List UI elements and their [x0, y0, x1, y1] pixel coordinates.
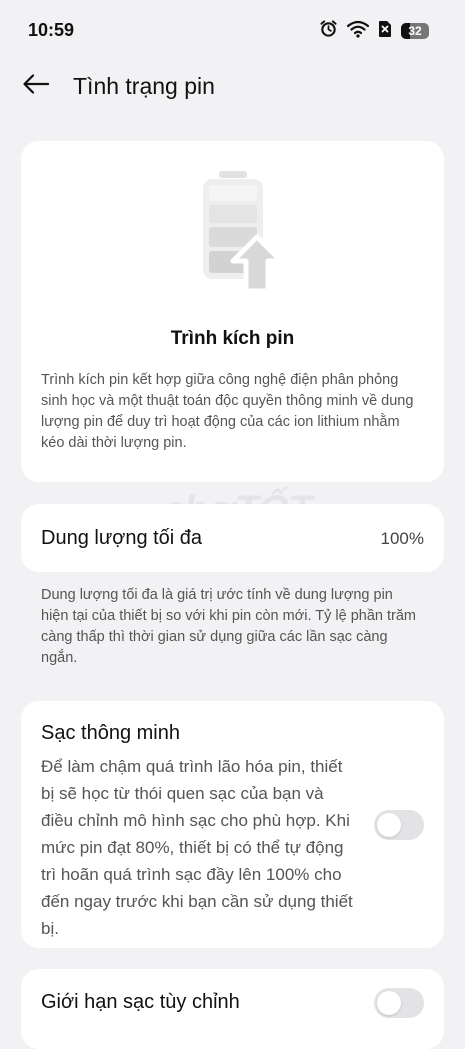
smart-charging-description: Để làm chậm quá trình lão hóa pin, thiết… — [41, 757, 353, 938]
status-bar: 10:59 32 — [0, 0, 465, 62]
battery-icon: 32 — [401, 23, 429, 39]
back-button[interactable] — [18, 70, 54, 102]
toggle-knob — [377, 991, 401, 1015]
wifi-icon — [346, 20, 370, 43]
custom-charge-limit-title: Giới hạn sạc tùy chỉnh — [41, 991, 240, 1013]
alarm-icon — [319, 19, 338, 43]
smart-charging-toggle[interactable] — [374, 810, 424, 840]
sim-off-icon — [378, 20, 392, 43]
toggle-knob — [377, 813, 401, 837]
status-time: 10:59 — [28, 20, 75, 40]
smart-charging-row[interactable]: Sạc thông minh Để làm chậm quá trình lão… — [21, 701, 444, 948]
arrow-left-icon — [22, 73, 50, 100]
battery-level: 32 — [408, 24, 422, 38]
smart-charging-title: Sạc thông minh — [41, 722, 180, 744]
custom-charge-limit-toggle[interactable] — [374, 988, 424, 1018]
status-icons: 32 — [319, 19, 429, 43]
max-capacity-row[interactable]: Dung lượng tối đa 100% — [21, 504, 444, 572]
max-capacity-note: Dung lượng tối đa là giá trị ước tính về… — [41, 587, 416, 666]
battery-charging-arrow-icon — [201, 169, 284, 294]
custom-charge-limit-row[interactable]: Giới hạn sạc tùy chỉnh — [21, 969, 444, 1049]
battery-booster-card: Trình kích pin Trình kích pin kết hợp gi… — [21, 141, 444, 482]
max-capacity-label: Dung lượng tối đa — [41, 527, 203, 549]
hero-title: Trình kích pin — [170, 328, 295, 349]
page-title: Tình trạng pin — [73, 73, 215, 99]
hero-description: Trình kích pin kết hợp giữa công nghệ đi… — [41, 372, 414, 451]
max-capacity-value: 100% — [380, 529, 424, 548]
header: Tình trạng pin — [0, 62, 465, 112]
